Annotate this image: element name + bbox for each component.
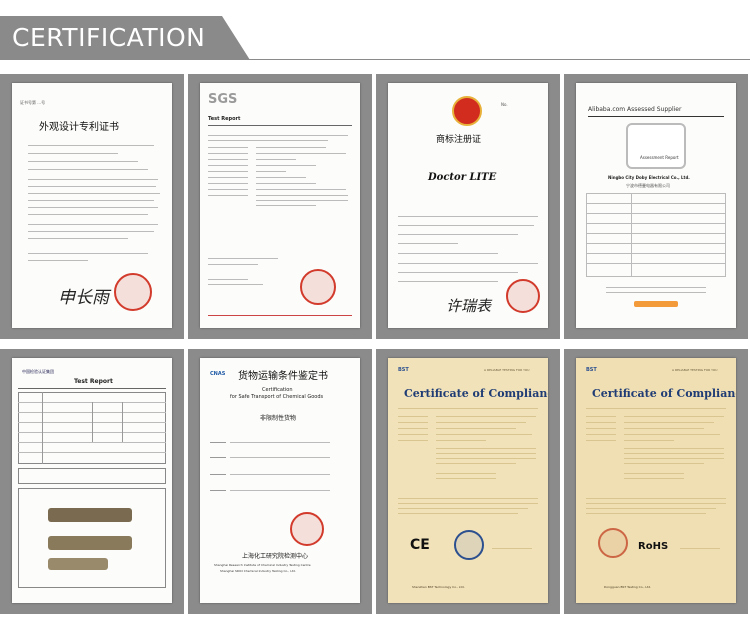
national-emblem-icon [452,96,482,126]
testing-centre-seal-icon [290,512,324,546]
bst-tagline: A RELIABLE TESTING FOR YOU [672,368,718,372]
certificate-number-label: 证书号第 ...号 [20,100,46,105]
ce-compliance-document: BST A RELIABLE TESTING FOR YOU Certifica… [388,358,548,603]
certificate-card-sgs[interactable]: SGS Test Report [188,74,372,339]
supplier-info-table [586,193,726,277]
organization-name: 中国检验认证集团 [22,369,54,374]
alibaba-logo-icon [634,301,678,307]
certificate-card-design-patent[interactable]: 证书号第 ...号 外观设计专利证书 申长雨 [0,74,184,339]
certificate-subtitle-en: for Safe Transport of Chemical Goods [230,394,324,400]
certificate-title: Certificate of Compliance [404,387,548,400]
certificate-card-ce-compliance[interactable]: BST A RELIABLE TESTING FOR YOU Certifica… [376,349,560,614]
bst-seal-icon [598,528,628,558]
cnas-logo: CNAS [210,371,226,377]
certificate-title-en: Certification [262,387,293,393]
certificate-title: Alibaba.com Assessed Supplier [588,106,682,113]
sgs-report-document: SGS Test Report [200,83,360,328]
page-header: CERTIFICATION [0,16,750,60]
certificate-title: 商标注册证 [436,135,482,145]
transport-certification-document: CNAS 货物运输条件鉴定书 Certification for Safe Tr… [200,358,360,603]
certificate-card-trademark[interactable]: No. 商标注册证 Doctor LITE 许瑞表 [376,74,560,339]
official-seal-icon [114,273,152,311]
goods-classification: 非限制性货物 [260,415,297,422]
trademark-office-seal-icon [506,279,540,313]
signature: 许瑞表 [446,297,492,315]
bst-seal-icon [454,530,484,560]
footer-organization-cn: 上海化工研究院检测中心 [242,553,309,560]
company-seal-icon [300,269,336,305]
report-label: Assessment Report [640,155,679,160]
report-title: Test Report [74,378,113,385]
ccic-report-document: 中国检验认证集团 Test Report [12,358,172,603]
certificate-card-test-report[interactable]: 中国检验认证集团 Test Report [0,349,184,614]
design-patent-document: 证书号第 ...号 外观设计专利证书 申长雨 [12,83,172,328]
signature: 申长雨 [58,288,109,308]
page-title: CERTIFICATION [12,23,206,52]
certificate-title: Certificate of Compliance [592,387,736,400]
company-name: Ningbo City Doby Electrical Co., Ltd. [608,175,690,180]
sgs-logo: SGS [208,92,238,107]
rohs-mark-icon: RoHS [638,541,669,552]
sample-photo-icon [48,508,132,522]
alibaba-assessment-document: Alibaba.com Assessed Supplier Assessment… [576,83,736,328]
certificate-card-rohs-compliance[interactable]: BST A RELIABLE TESTING FOR YOU Certifica… [564,349,748,614]
registration-number: No. [501,102,508,107]
bst-logo: BST [586,367,597,373]
footer-organization-en2: Shanghai SRICI Chemical Industry Testing… [220,569,296,573]
certificate-title-cn: 货物运输条件鉴定书 [238,371,328,382]
footer-organization-en: Shanghai Research Institute of Chemical … [214,563,311,567]
bst-tagline: A RELIABLE TESTING FOR YOU [484,368,530,372]
header-title-bar: CERTIFICATION [0,16,250,60]
report-title: Test Report [208,116,241,122]
trademark-document: No. 商标注册证 Doctor LITE 许瑞表 [388,83,548,328]
ce-mark-icon: CE [410,537,430,553]
issuer-name: Dongguan BST Testing Co., Ltd. [604,585,652,589]
bst-logo: BST [398,367,409,373]
brand-name: Doctor LITE [428,172,497,183]
assessment-badge-icon [626,123,686,169]
certificate-title: 外观设计专利证书 [39,122,119,133]
issuer-name: Shenzhen BST Technology Co., Ltd. [412,585,465,589]
certificate-card-transport[interactable]: CNAS 货物运输条件鉴定书 Certification for Safe Tr… [188,349,372,614]
certificate-card-alibaba[interactable]: Alibaba.com Assessed Supplier Assessment… [564,74,748,339]
header-divider [0,59,750,60]
company-name-cn: 宁波市德曼电器有限公司 [626,183,670,188]
rohs-compliance-document: BST A RELIABLE TESTING FOR YOU Certifica… [576,358,736,603]
